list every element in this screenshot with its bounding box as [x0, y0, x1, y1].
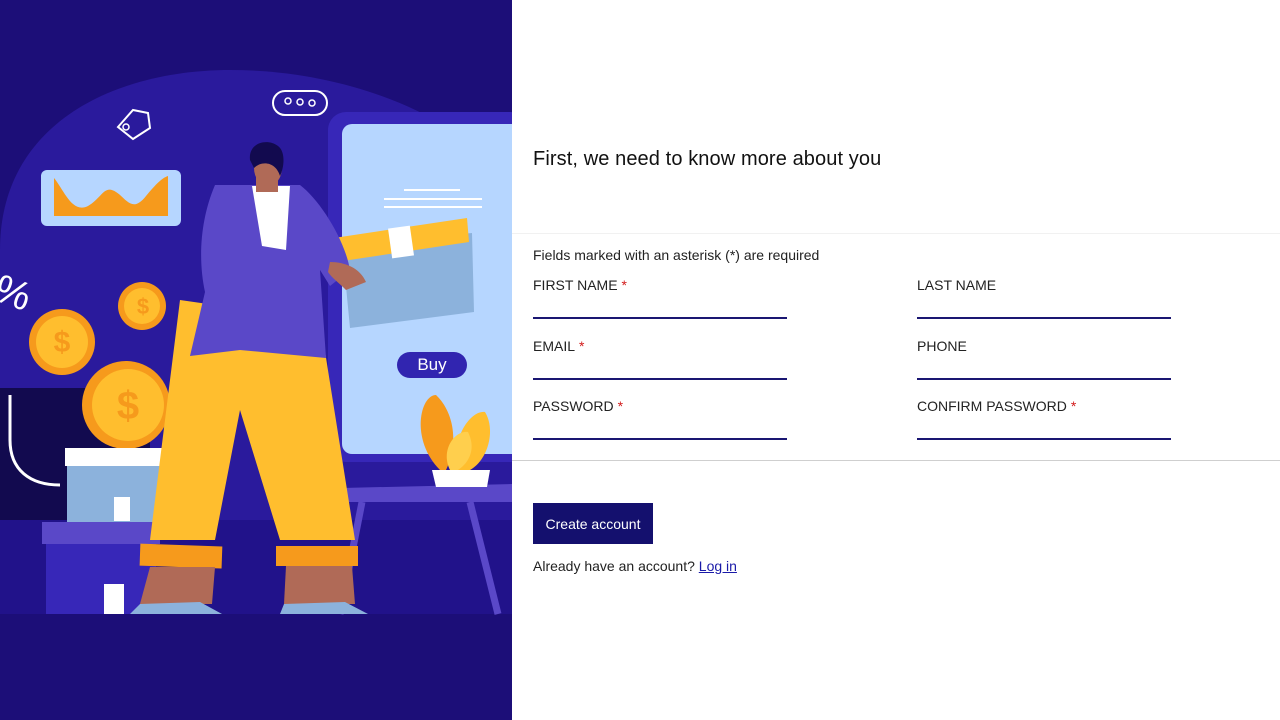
svg-text:$: $: [117, 384, 139, 428]
svg-text:$: $: [54, 326, 71, 359]
illustration-panel: Buy % $ $ $: [0, 0, 512, 720]
phone-label: PHONE: [917, 338, 967, 354]
divider: [512, 460, 1280, 461]
signup-panel: First, we need to know more about you Fi…: [512, 0, 1280, 720]
email-label: EMAIL: [533, 338, 576, 354]
required-star: *: [579, 338, 585, 354]
last-name-label: LAST NAME: [917, 277, 997, 293]
first-name-field: FIRST NAME *: [533, 277, 787, 319]
svg-text:$: $: [137, 294, 149, 319]
password-input[interactable]: [533, 416, 787, 440]
shopping-illustration: Buy % $ $ $: [0, 70, 512, 615]
first-name-input[interactable]: [533, 295, 787, 319]
required-note: Fields marked with an asterisk (*) are r…: [533, 247, 820, 263]
password-field: PASSWORD *: [533, 398, 787, 440]
confirm-password-field: CONFIRM PASSWORD *: [917, 398, 1171, 440]
confirm-password-input[interactable]: [917, 416, 1171, 440]
login-prompt-row: Already have an account? Log in: [533, 558, 737, 574]
password-label: PASSWORD: [533, 398, 614, 414]
required-star: *: [1070, 398, 1077, 414]
first-name-label: FIRST NAME: [533, 277, 618, 293]
required-star: *: [617, 398, 624, 414]
svg-text:Buy: Buy: [417, 355, 447, 374]
phone-field: PHONE: [917, 338, 1171, 380]
email-field: EMAIL *: [533, 338, 787, 380]
required-star: *: [621, 277, 627, 293]
create-account-button[interactable]: Create account: [533, 503, 653, 544]
phone-input[interactable]: [917, 356, 1171, 380]
last-name-input[interactable]: [917, 295, 1171, 319]
login-prompt: Already have an account?: [533, 558, 695, 574]
email-input[interactable]: [533, 356, 787, 380]
page-title: First, we need to know more about you: [533, 148, 882, 170]
divider: [512, 233, 1280, 234]
last-name-field: LAST NAME: [917, 277, 1171, 319]
login-link[interactable]: Log in: [699, 558, 737, 574]
confirm-password-label: CONFIRM PASSWORD: [917, 398, 1067, 414]
